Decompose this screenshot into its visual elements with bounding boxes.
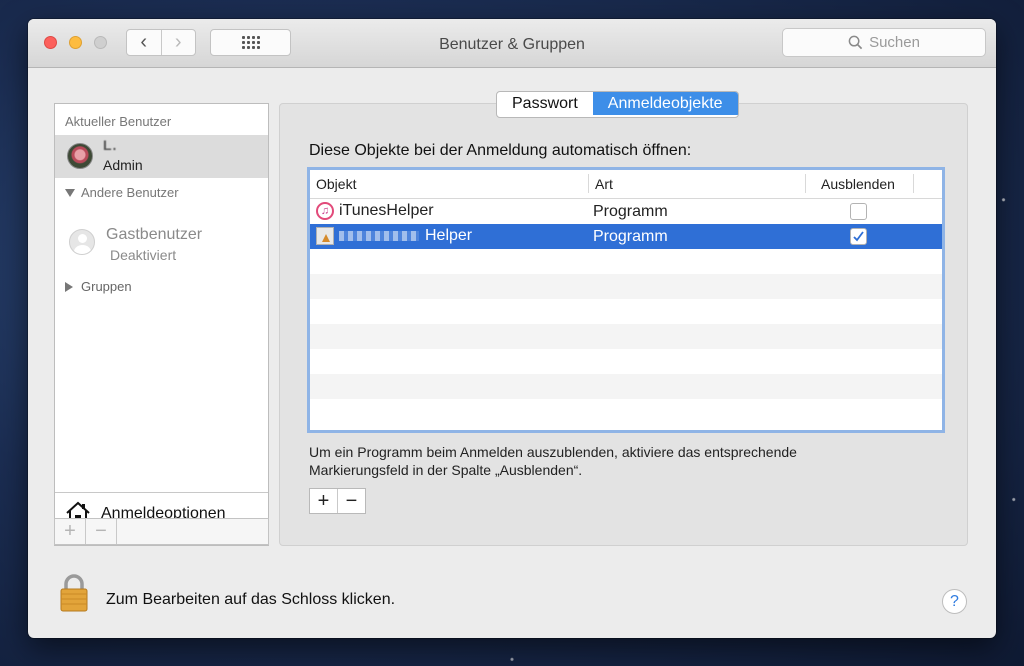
column-divider [805,174,806,193]
table-row-selected[interactable]: Helper Programm [310,224,942,249]
itunes-icon: ♫ [316,202,334,220]
column-header-hide[interactable]: Ausblenden [821,176,895,192]
titlebar: ‹ › Benutzer & Gruppen Suchen [28,19,996,68]
hide-checkbox[interactable] [850,203,867,220]
login-items-add-remove: + − [309,488,366,514]
empty-row [310,399,942,424]
empty-row [310,274,942,299]
item-name: Helper [425,227,473,244]
hide-checkbox-checked[interactable] [850,228,867,245]
column-header-kind[interactable]: Art [595,176,613,192]
item-name-cell: ♫ iTunesHelper [316,202,434,220]
empty-row [310,249,942,274]
guest-user-status: Deaktiviert [110,247,177,263]
current-user-role: Admin [103,157,143,173]
guest-user-name[interactable]: Gastbenutzer [106,226,202,244]
item-name-cell: Helper [316,227,472,245]
divider [55,492,268,493]
lock-icon[interactable] [59,574,89,612]
groups-label: Gruppen [81,279,132,294]
login-items-table[interactable]: Objekt Art Ausblenden ♫ iTunesHelper Pro… [307,167,945,433]
remove-login-item-button[interactable]: − [337,489,365,513]
tab-login-items[interactable]: Anmeldeobjekte [592,92,738,115]
help-button[interactable]: ? [942,589,967,614]
avatar [67,143,93,169]
login-items-intro: Diese Objekte bei der Anmeldung automati… [309,142,692,159]
sidebar-footer: + − [54,518,269,545]
current-user-name: L. [103,137,118,153]
current-user-row[interactable]: L. Admin [55,135,268,178]
column-header-object[interactable]: Objekt [316,176,356,192]
redacted-name-block [339,231,419,241]
search-placeholder: Suchen [869,34,920,51]
empty-row [310,349,942,374]
empty-row [310,299,942,324]
empty-row [310,324,942,349]
tab-bar: Passwort Anmeldeobjekte [496,91,739,118]
users-sidebar: Aktueller Benutzer L. Admin Andere Benut… [54,103,269,546]
item-kind: Programm [593,228,668,245]
disclosure-closed-icon [65,281,73,292]
guest-avatar-icon [69,229,95,255]
empty-row [310,374,942,399]
column-divider [588,174,589,193]
current-user-header: Aktueller Benutzer [65,114,172,129]
item-kind: Programm [593,203,668,220]
item-name: iTunesHelper [339,202,434,219]
groups-item[interactable]: Gruppen [65,279,132,294]
lock-hint-label: Zum Bearbeiten auf das Schloss klicken. [106,591,396,608]
add-login-item-button[interactable]: + [310,489,337,513]
other-users-header[interactable]: Andere Benutzer [65,185,179,200]
preferences-window: ‹ › Benutzer & Gruppen Suchen Aktueller … [28,19,996,638]
app-icon [316,227,334,245]
search-icon [848,35,863,50]
remove-user-button[interactable]: − [86,519,117,544]
tab-password[interactable]: Passwort [497,92,593,115]
hide-hint-text: Um ein Programm beim Anmelden auszublend… [309,444,797,478]
checkmark-icon [853,231,864,242]
disclosure-open-icon [65,188,75,197]
other-users-label: Andere Benutzer [81,185,179,200]
table-row[interactable]: ♫ iTunesHelper Programm [310,199,942,224]
add-user-button[interactable]: + [55,519,86,544]
search-field[interactable]: Suchen [782,28,986,57]
column-divider [913,174,914,193]
table-header: Objekt Art Ausblenden [310,170,942,199]
